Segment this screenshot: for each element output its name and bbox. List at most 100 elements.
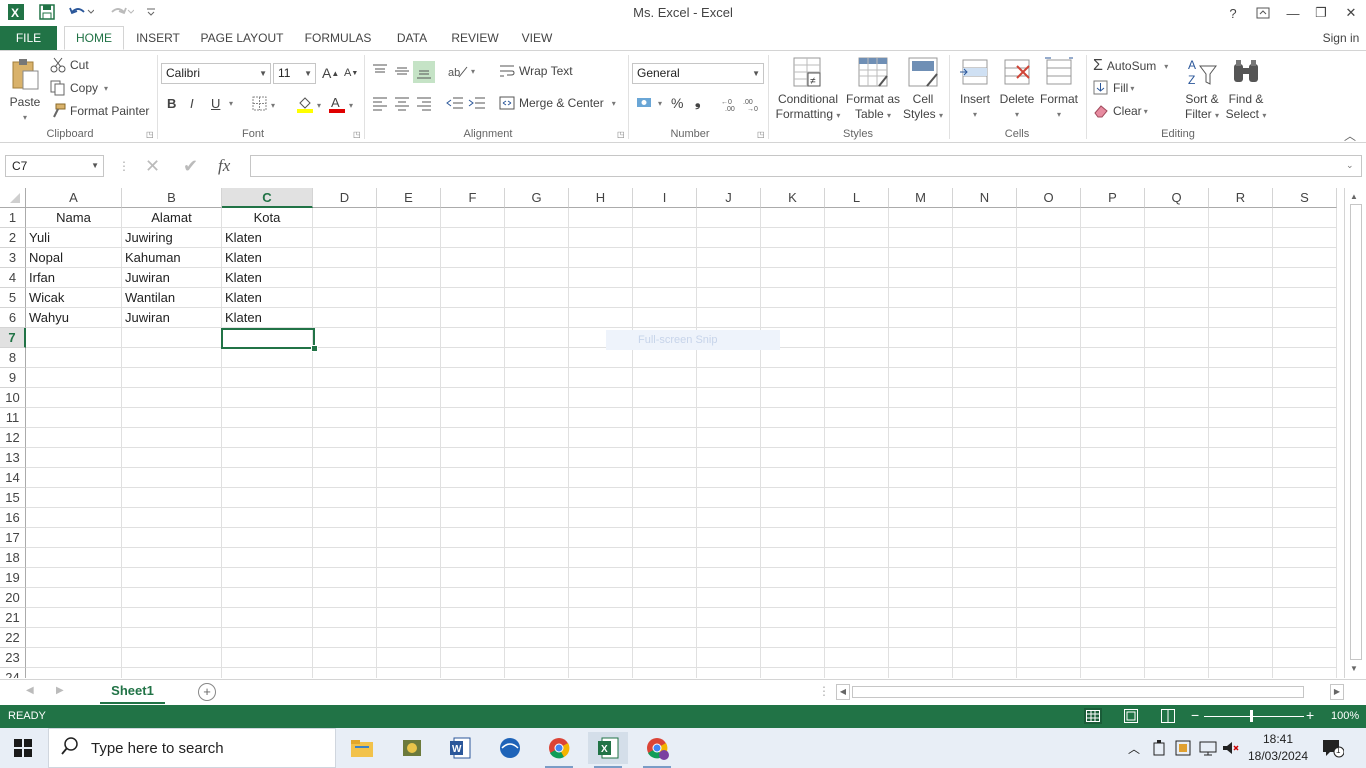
cell-n7[interactable]	[953, 328, 1017, 348]
cell-a23[interactable]	[26, 648, 122, 668]
cell-k18[interactable]	[761, 548, 825, 568]
copy-dropdown-icon[interactable]: ▾	[104, 84, 108, 93]
column-header-h[interactable]: H	[569, 188, 633, 208]
cell-q17[interactable]	[1145, 528, 1209, 548]
cell-s3[interactable]	[1273, 248, 1337, 268]
cell-f12[interactable]	[441, 428, 505, 448]
cell-g22[interactable]	[505, 628, 569, 648]
cell-m16[interactable]	[889, 508, 953, 528]
sign-in-link[interactable]: Sign in	[1318, 26, 1364, 50]
file-explorer-icon[interactable]	[342, 732, 382, 764]
scroll-down-icon[interactable]: ▼	[1350, 664, 1358, 673]
cell-k1[interactable]	[761, 208, 825, 228]
cell-k22[interactable]	[761, 628, 825, 648]
cell-r11[interactable]	[1209, 408, 1273, 428]
cell-d11[interactable]	[313, 408, 377, 428]
cell-l24[interactable]	[825, 668, 889, 678]
column-header-g[interactable]: G	[505, 188, 569, 208]
cell-b21[interactable]	[122, 608, 222, 628]
cell-i17[interactable]	[633, 528, 697, 548]
column-header-r[interactable]: R	[1209, 188, 1273, 208]
cell-m21[interactable]	[889, 608, 953, 628]
cell-p24[interactable]	[1081, 668, 1145, 678]
cell-m18[interactable]	[889, 548, 953, 568]
cell-d7[interactable]	[313, 328, 377, 348]
app-tray-icon[interactable]	[1175, 740, 1191, 759]
cell-k11[interactable]	[761, 408, 825, 428]
cell-d23[interactable]	[313, 648, 377, 668]
column-header-d[interactable]: D	[313, 188, 377, 208]
cell-h21[interactable]	[569, 608, 633, 628]
cell-f4[interactable]	[441, 268, 505, 288]
cell-b20[interactable]	[122, 588, 222, 608]
cell-q12[interactable]	[1145, 428, 1209, 448]
cell-m9[interactable]	[889, 368, 953, 388]
name-box[interactable]: C7 ▼	[5, 155, 104, 177]
cell-b23[interactable]	[122, 648, 222, 668]
cell-f1[interactable]	[441, 208, 505, 228]
format-painter-button[interactable]: Format Painter	[50, 103, 149, 119]
windows-start-icon[interactable]	[14, 739, 32, 760]
cell-p17[interactable]	[1081, 528, 1145, 548]
cell-o9[interactable]	[1017, 368, 1081, 388]
cell-r18[interactable]	[1209, 548, 1273, 568]
cell-h20[interactable]	[569, 588, 633, 608]
cell-k9[interactable]	[761, 368, 825, 388]
cell-r20[interactable]	[1209, 588, 1273, 608]
clock[interactable]: 18:41 18/03/2024	[1246, 731, 1310, 765]
cell-e10[interactable]	[377, 388, 441, 408]
cell-o12[interactable]	[1017, 428, 1081, 448]
cell-n19[interactable]	[953, 568, 1017, 588]
cell-k10[interactable]	[761, 388, 825, 408]
cell-q3[interactable]	[1145, 248, 1209, 268]
cell-n6[interactable]	[953, 308, 1017, 328]
column-header-b[interactable]: B	[122, 188, 222, 208]
cell-i11[interactable]	[633, 408, 697, 428]
font-color-button[interactable]: A ▾	[328, 95, 353, 116]
cell-a16[interactable]	[26, 508, 122, 528]
cell-r1[interactable]	[1209, 208, 1273, 228]
cell-g13[interactable]	[505, 448, 569, 468]
cell-r9[interactable]	[1209, 368, 1273, 388]
cell-h8[interactable]	[569, 348, 633, 368]
cell-i5[interactable]	[633, 288, 697, 308]
top-align-button[interactable]	[372, 63, 388, 79]
cell-r8[interactable]	[1209, 348, 1273, 368]
cell-m1[interactable]	[889, 208, 953, 228]
vertical-scroll-thumb[interactable]	[1350, 204, 1362, 660]
row-header-13[interactable]: 13	[0, 448, 26, 468]
cell-a6[interactable]: Wahyu	[26, 308, 122, 328]
column-header-n[interactable]: N	[953, 188, 1017, 208]
cell-o14[interactable]	[1017, 468, 1081, 488]
cell-a2[interactable]: Yuli	[26, 228, 122, 248]
cell-r10[interactable]	[1209, 388, 1273, 408]
cell-r22[interactable]	[1209, 628, 1273, 648]
cell-l11[interactable]	[825, 408, 889, 428]
device-icon[interactable]	[1152, 740, 1166, 759]
cell-i13[interactable]	[633, 448, 697, 468]
row-header-22[interactable]: 22	[0, 628, 26, 648]
cell-l9[interactable]	[825, 368, 889, 388]
cell-f22[interactable]	[441, 628, 505, 648]
cell-r24[interactable]	[1209, 668, 1273, 678]
cell-b10[interactable]	[122, 388, 222, 408]
row-header-18[interactable]: 18	[0, 548, 26, 568]
cell-i4[interactable]	[633, 268, 697, 288]
cell-i15[interactable]	[633, 488, 697, 508]
cell-o10[interactable]	[1017, 388, 1081, 408]
cell-s2[interactable]	[1273, 228, 1337, 248]
cell-n22[interactable]	[953, 628, 1017, 648]
grow-font-button[interactable]: A ▲	[322, 65, 339, 81]
scroll-right-icon[interactable]: ▶	[1330, 684, 1344, 700]
cell-c4[interactable]: Klaten	[222, 268, 313, 288]
cell-s1[interactable]	[1273, 208, 1337, 228]
cell-p14[interactable]	[1081, 468, 1145, 488]
row-header-12[interactable]: 12	[0, 428, 26, 448]
row-header-16[interactable]: 16	[0, 508, 26, 528]
cell-q4[interactable]	[1145, 268, 1209, 288]
column-header-j[interactable]: J	[697, 188, 761, 208]
cell-h16[interactable]	[569, 508, 633, 528]
cell-p1[interactable]	[1081, 208, 1145, 228]
cell-f2[interactable]	[441, 228, 505, 248]
cell-r13[interactable]	[1209, 448, 1273, 468]
